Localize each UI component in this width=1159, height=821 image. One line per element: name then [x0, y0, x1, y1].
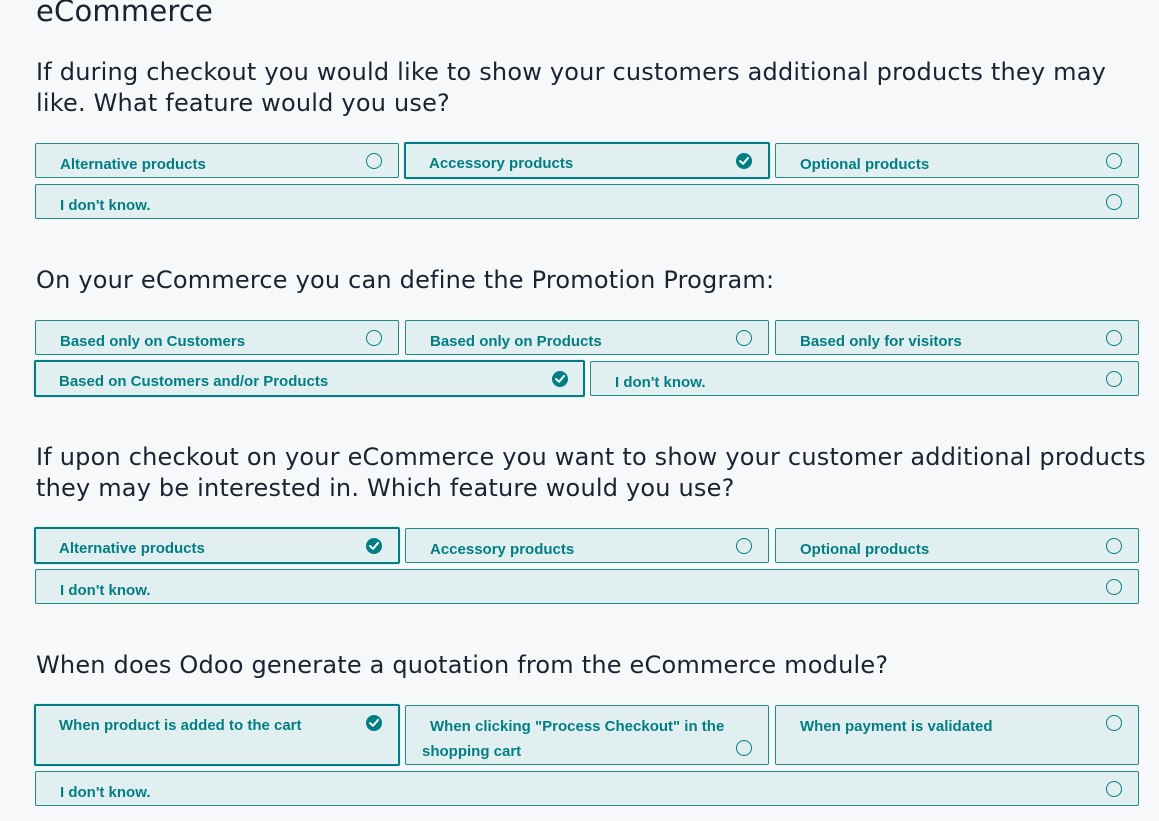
radio-empty-icon [736, 330, 752, 346]
option-label: Optional products [800, 541, 930, 558]
radio-empty-icon [1106, 194, 1122, 210]
question-1-text: If during checkout you would like to sho… [36, 58, 1106, 117]
question-3-text: If upon checkout on your eCommerce you w… [36, 443, 1146, 502]
q4-option-dont-know[interactable]: I don't know. [35, 771, 1139, 806]
option-label: Accessory products [429, 155, 574, 172]
option-label: Based only on Products [430, 333, 602, 350]
option-label: Based only for visitors [800, 333, 962, 350]
q4-option-added-to-cart[interactable]: When product is added to the cart [34, 704, 400, 766]
option-label: Based only on Customers [60, 333, 246, 350]
q1-option-accessory-products[interactable]: Accessory products [404, 142, 770, 179]
option-label: When payment is validated [800, 718, 993, 735]
question-2-text: On your eCommerce you can define the Pro… [36, 266, 775, 294]
radio-empty-icon [1106, 579, 1122, 595]
radio-empty-icon [366, 330, 382, 346]
option-label: Alternative products [60, 156, 206, 173]
q3-option-optional-products[interactable]: Optional products [775, 528, 1139, 563]
option-label: I don't know. [60, 582, 151, 599]
q2-option-only-visitors[interactable]: Based only for visitors [775, 320, 1139, 355]
option-label: I don't know. [60, 197, 151, 214]
q2-option-only-products[interactable]: Based only on Products [405, 320, 769, 355]
option-label: Optional products [800, 156, 930, 173]
survey-page: eCommerce If during checkout you would l… [0, 0, 1159, 821]
q3-option-accessory-products[interactable]: Accessory products [405, 528, 769, 563]
option-label: Alternative products [59, 540, 205, 557]
section-title: eCommerce [36, 0, 214, 28]
option-label: When product is added to the cart [59, 717, 302, 734]
radio-empty-icon [1106, 330, 1122, 346]
radio-empty-icon [1106, 538, 1122, 554]
option-label: When clicking "Process Checkout" in the … [422, 718, 725, 760]
radio-empty-icon [1106, 371, 1122, 387]
q2-option-customers-and-products[interactable]: Based on Customers and/or Products [34, 360, 585, 397]
q2-option-dont-know[interactable]: I don't know. [590, 361, 1139, 396]
radio-empty-icon [736, 538, 752, 554]
q3-option-alternative-products[interactable]: Alternative products [34, 527, 400, 564]
q3-option-dont-know[interactable]: I don't know. [35, 569, 1139, 604]
radio-empty-icon [1106, 153, 1122, 169]
radio-empty-icon [366, 153, 382, 169]
q4-option-payment-validated[interactable]: When payment is validated [775, 705, 1139, 765]
check-circle-icon [736, 153, 752, 169]
q1-option-dont-know[interactable]: I don't know. [35, 184, 1139, 219]
radio-empty-icon [1106, 781, 1122, 797]
option-label: Accessory products [430, 541, 575, 558]
check-circle-icon [366, 538, 382, 554]
radio-empty-icon [1106, 715, 1122, 731]
option-label: I don't know. [615, 374, 706, 391]
question-4-text: When does Odoo generate a quotation from… [36, 651, 889, 679]
option-label: Based on Customers and/or Products [59, 373, 329, 390]
option-label: I don't know. [60, 784, 151, 801]
q1-option-optional-products[interactable]: Optional products [775, 143, 1139, 178]
check-circle-icon [366, 715, 382, 731]
q2-option-only-customers[interactable]: Based only on Customers [35, 320, 399, 355]
q4-option-process-checkout[interactable]: When clicking "Process Checkout" in the … [405, 705, 769, 765]
q1-option-alternative-products[interactable]: Alternative products [35, 143, 399, 178]
check-circle-icon [552, 371, 568, 387]
radio-empty-icon [736, 740, 752, 756]
